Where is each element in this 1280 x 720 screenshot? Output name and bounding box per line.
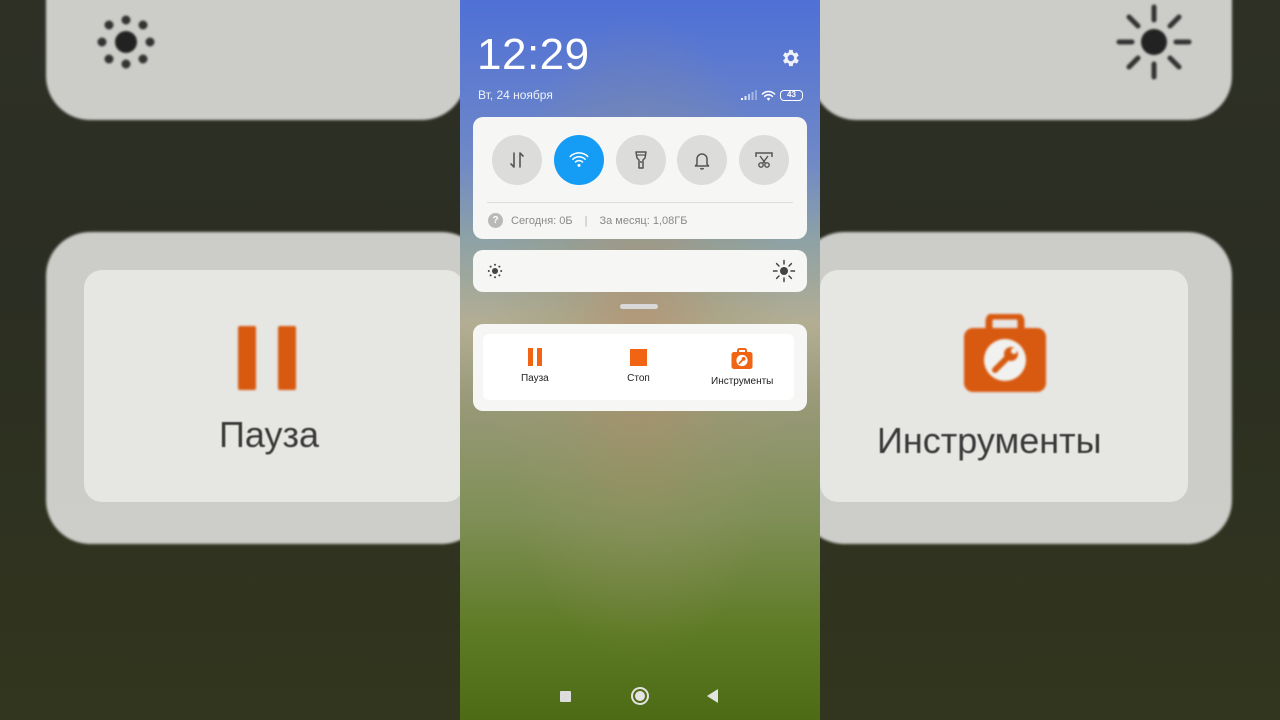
usage-separator: | (584, 214, 588, 227)
wifi-toggle[interactable] (553, 135, 604, 185)
quick-settings-panel: ? Сегодня: 0Б | За месяц: 1,08ГБ (473, 117, 807, 239)
flashlight-icon (634, 151, 647, 169)
brightness-low-icon (487, 263, 503, 279)
navigation-bar (460, 672, 820, 720)
mobile-data-toggle[interactable] (492, 135, 542, 185)
wifi-icon (761, 90, 776, 101)
status-icons: 43 (741, 87, 807, 103)
bell-icon (695, 153, 710, 170)
quick-toggles (492, 135, 789, 185)
battery-icon: 43 (780, 89, 803, 101)
date: Вт, 24 ноября (478, 88, 553, 102)
notification-shade: 12:29 Вт, 24 ноября 43 ? Сегодня: 0Б | З… (460, 0, 820, 720)
shade-drag-handle[interactable] (620, 304, 658, 309)
recents-button[interactable] (560, 691, 571, 702)
wifi-icon (569, 152, 589, 167)
gear-icon[interactable] (779, 47, 801, 69)
usage-today: Сегодня: 0Б (511, 214, 573, 227)
divider (487, 202, 793, 203)
tools-label: Инструменты (711, 376, 774, 387)
pause-button[interactable]: Пауза (483, 334, 587, 400)
bg-pause-icon (238, 326, 296, 390)
tools-button[interactable]: Инструменты (690, 334, 794, 400)
data-arrows-icon (510, 152, 524, 168)
screenshot-toggle[interactable] (739, 135, 789, 185)
clock: 12:29 (477, 30, 590, 79)
pause-label: Пауза (520, 373, 549, 384)
stop-label: Стоп (627, 373, 650, 384)
help-icon: ? (488, 213, 503, 228)
recorder-notification: Пауза Стоп Инструменты (473, 324, 807, 411)
signal-icon (741, 90, 757, 100)
flashlight-toggle[interactable] (615, 135, 666, 185)
screen: Пауза Инструменты 12:29 Вт, 24 ноября 43… (0, 0, 1280, 720)
back-button[interactable] (707, 689, 718, 703)
home-button[interactable] (631, 687, 649, 705)
home-dot-icon (635, 691, 645, 701)
data-usage[interactable]: ? Сегодня: 0Б | За месяц: 1,08ГБ (488, 213, 687, 228)
bg-brightness-high-icon (1116, 4, 1192, 80)
pause-icon (527, 348, 543, 366)
notification-actions: Пауза Стоп Инструменты (483, 334, 794, 400)
stop-button[interactable]: Стоп (587, 334, 691, 400)
bg-tools-label: Инструменты (877, 420, 1102, 461)
bg-brightness-low-icon (97, 15, 155, 69)
bg-toolbox-icon (964, 314, 1046, 392)
bg-pause-label: Пауза (219, 414, 320, 455)
toolbox-icon (731, 348, 753, 369)
screenshot-scissors-icon (755, 152, 773, 168)
stop-icon (630, 349, 647, 366)
usage-month: За месяц: 1,08ГБ (599, 214, 688, 227)
brightness-slider[interactable] (473, 250, 807, 292)
brightness-high-icon (772, 259, 796, 283)
sound-toggle[interactable] (677, 135, 728, 185)
